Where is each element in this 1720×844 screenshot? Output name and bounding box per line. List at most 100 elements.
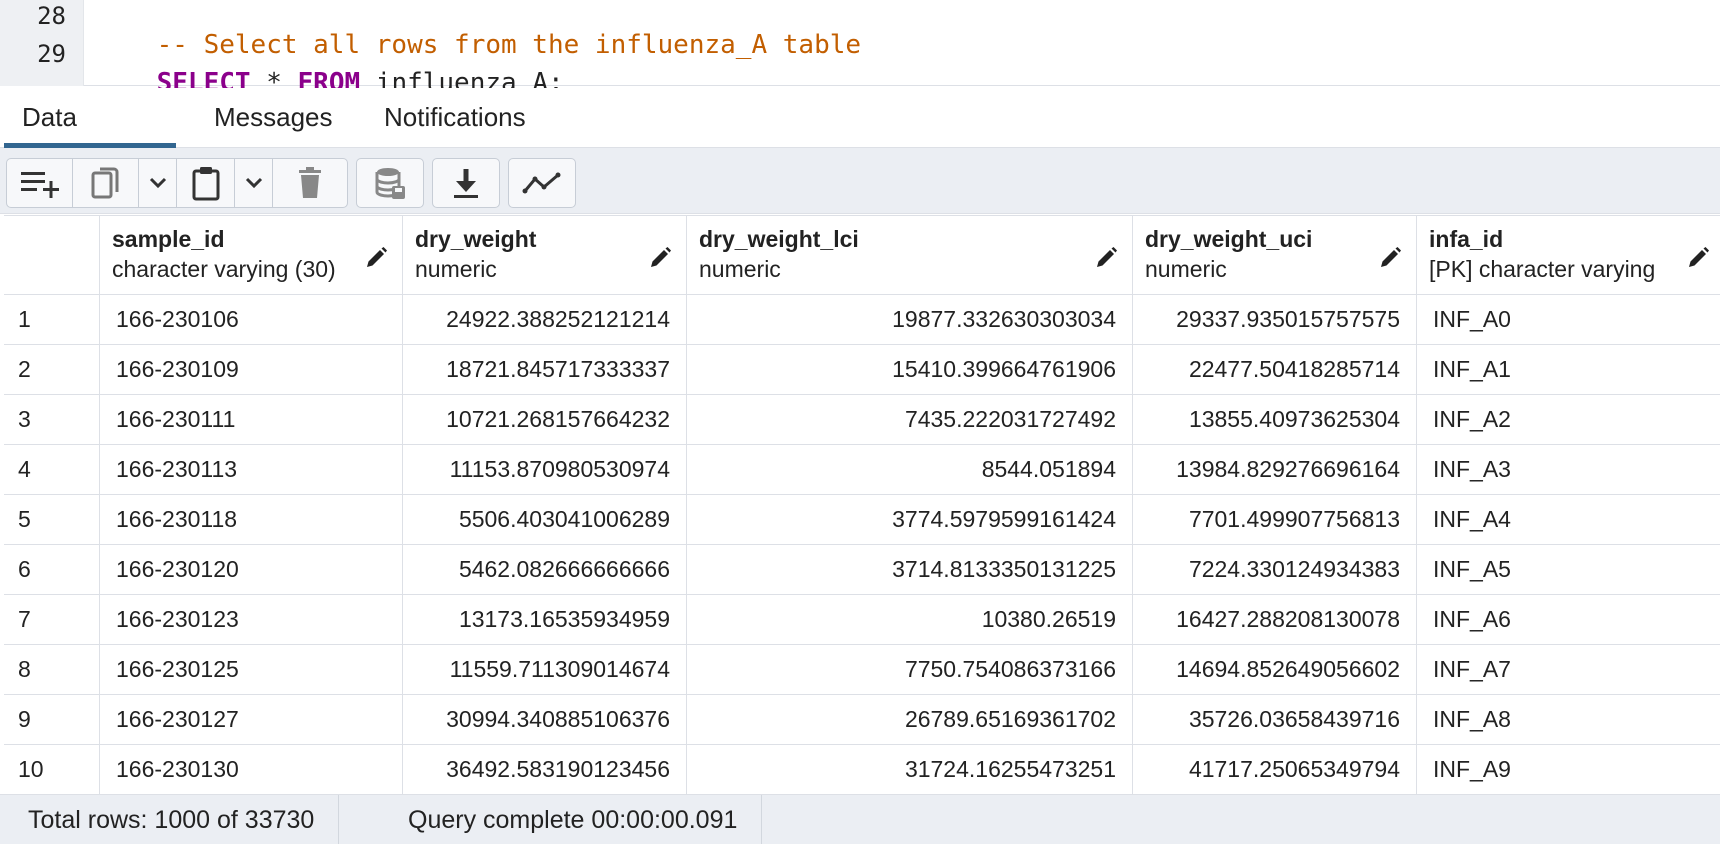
column-type: numeric [415,256,497,282]
cell-dry-weight-uci[interactable]: 22477.50418285714 [1133,345,1417,394]
row-number[interactable]: 10 [4,745,100,794]
cell-dry-weight[interactable]: 36492.583190123456 [403,745,687,794]
cell-infa-id[interactable]: INF_A5 [1417,545,1720,594]
table-row[interactable]: 5 166-230118 5506.403041006289 3774.5979599… [4,495,1720,545]
row-number-header[interactable] [4,216,100,295]
row-number[interactable]: 6 [4,545,100,594]
tab-data-output[interactable]: Data Output [4,88,176,190]
column-header-sample-id[interactable]: sample_id character varying (30) [100,216,403,295]
cell-dry-weight-uci[interactable]: 35726.03658439716 [1133,695,1417,744]
cell-sample-id[interactable]: 166-230127 [100,695,403,744]
cell-sample-id[interactable]: 166-230125 [100,645,403,694]
cell-infa-id[interactable]: INF_A1 [1417,345,1720,394]
column-type: numeric [699,256,781,282]
cell-infa-id[interactable]: INF_A0 [1417,295,1720,344]
row-number[interactable]: 8 [4,645,100,694]
add-row-button[interactable] [7,159,73,207]
pencil-icon[interactable] [648,246,672,270]
table-row[interactable]: 7 166-230123 13173.16535934959 10380.26519 1… [4,595,1720,645]
column-header-infa-id[interactable]: infa_id [PK] character varying [1417,216,1720,295]
column-header-dry-weight[interactable]: dry_weight numeric [403,216,687,295]
save-data-icon [375,168,405,199]
cell-dry-weight-uci[interactable]: 16427.288208130078 [1133,595,1417,644]
copy-options-dropdown[interactable] [139,159,177,207]
cell-sample-id[interactable]: 166-230130 [100,745,403,794]
pencil-icon[interactable] [1378,246,1402,270]
column-header-dry-weight-uci[interactable]: dry_weight_uci numeric [1133,216,1417,295]
cell-dry-weight[interactable]: 11559.711309014674 [403,645,687,694]
cell-dry-weight-lci[interactable]: 15410.399664761906 [687,345,1133,394]
cell-dry-weight-lci[interactable]: 26789.65169361702 [687,695,1133,744]
delete-row-button[interactable] [273,159,347,207]
table-row[interactable]: 3 166-230111 10721.268157664232 7435.222031… [4,395,1720,445]
cell-dry-weight-lci[interactable]: 8544.051894 [687,445,1133,494]
cell-infa-id[interactable]: INF_A8 [1417,695,1720,744]
table-row[interactable]: 8 166-230125 11559.711309014674 7750.754086… [4,645,1720,695]
tab-messages[interactable]: Messages [196,88,351,148]
cell-infa-id[interactable]: INF_A3 [1417,445,1720,494]
table-row[interactable]: 1 166-230106 24922.388252121214 19877.33263… [4,295,1720,345]
cell-sample-id[interactable]: 166-230111 [100,395,403,444]
copy-button[interactable] [73,159,139,207]
cell-dry-weight-uci[interactable]: 13984.829276696164 [1133,445,1417,494]
cell-dry-weight[interactable]: 10721.268157664232 [403,395,687,444]
row-number[interactable]: 2 [4,345,100,394]
paste-options-dropdown[interactable] [235,159,273,207]
cell-dry-weight-uci[interactable]: 14694.852649056602 [1133,645,1417,694]
cell-dry-weight-lci[interactable]: 7750.754086373166 [687,645,1133,694]
cell-sample-id[interactable]: 166-230113 [100,445,403,494]
table-row[interactable]: 10 166-230130 36492.583190123456 31724.1625… [4,745,1720,795]
cell-dry-weight-uci[interactable]: 29337.935015757575 [1133,295,1417,344]
table-row[interactable]: 4 166-230113 11153.870980530974 8544.051894… [4,445,1720,495]
row-number[interactable]: 4 [4,445,100,494]
cell-dry-weight-lci[interactable]: 31724.16255473251 [687,745,1133,794]
table-row[interactable]: 2 166-230109 18721.845717333337 15410.39966… [4,345,1720,395]
cell-dry-weight[interactable]: 5462.082666666666 [403,545,687,594]
cell-sample-id[interactable]: 166-230109 [100,345,403,394]
cell-dry-weight-lci[interactable]: 3714.8133350131225 [687,545,1133,594]
row-number[interactable]: 3 [4,395,100,444]
cell-dry-weight-uci[interactable]: 7224.330124934383 [1133,545,1417,594]
cell-sample-id[interactable]: 166-230120 [100,545,403,594]
cell-infa-id[interactable]: INF_A9 [1417,745,1720,794]
cell-dry-weight[interactable]: 5506.403041006289 [403,495,687,544]
cell-dry-weight[interactable]: 11153.870980530974 [403,445,687,494]
table-row[interactable]: 6 166-230120 5462.082666666666 3714.8133350… [4,545,1720,595]
cell-dry-weight-lci[interactable]: 10380.26519 [687,595,1133,644]
cell-dry-weight-uci[interactable]: 7701.499907756813 [1133,495,1417,544]
cell-infa-id[interactable]: INF_A4 [1417,495,1720,544]
cell-sample-id[interactable]: 166-230123 [100,595,403,644]
pencil-icon[interactable] [1686,246,1710,270]
cell-dry-weight-lci[interactable]: 19877.332630303034 [687,295,1133,344]
row-number[interactable]: 5 [4,495,100,544]
cell-dry-weight-lci[interactable]: 7435.222031727492 [687,395,1133,444]
table-row[interactable]: 9 166-230127 30994.340885106376 26789.65169… [4,695,1720,745]
cell-dry-weight[interactable]: 24922.388252121214 [403,295,687,344]
paste-button[interactable] [177,159,235,207]
row-number[interactable]: 1 [4,295,100,344]
pencil-icon[interactable] [364,246,388,270]
cell-infa-id[interactable]: INF_A6 [1417,595,1720,644]
cell-dry-weight-uci[interactable]: 41717.25065349794 [1133,745,1417,794]
query-editor[interactable]: 28 29 -- Select all rows from the influe… [0,0,1720,98]
cell-dry-weight[interactable]: 13173.16535934959 [403,595,687,644]
pencil-icon[interactable] [1094,246,1118,270]
save-data-button[interactable] [357,159,423,207]
row-number[interactable]: 9 [4,695,100,744]
column-header-dry-weight-lci[interactable]: dry_weight_lci numeric [687,216,1133,295]
download-button[interactable] [433,159,499,207]
query-complete-status: Query complete 00:00:00.091 [384,795,763,844]
cell-sample-id[interactable]: 166-230106 [100,295,403,344]
cell-dry-weight-uci[interactable]: 13855.40973625304 [1133,395,1417,444]
cell-dry-weight-lci[interactable]: 3774.5979599161424 [687,495,1133,544]
total-rows-status: Total rows: 1000 of 33730 [4,795,340,844]
cell-dry-weight[interactable]: 18721.845717333337 [403,345,687,394]
data-output-toolbar [0,148,1720,214]
cell-dry-weight[interactable]: 30994.340885106376 [403,695,687,744]
cell-infa-id[interactable]: INF_A2 [1417,395,1720,444]
row-number[interactable]: 7 [4,595,100,644]
cell-infa-id[interactable]: INF_A7 [1417,645,1720,694]
cell-sample-id[interactable]: 166-230118 [100,495,403,544]
tab-notifications[interactable]: Notifications [366,88,544,148]
graph-visualiser-button[interactable] [509,159,575,207]
